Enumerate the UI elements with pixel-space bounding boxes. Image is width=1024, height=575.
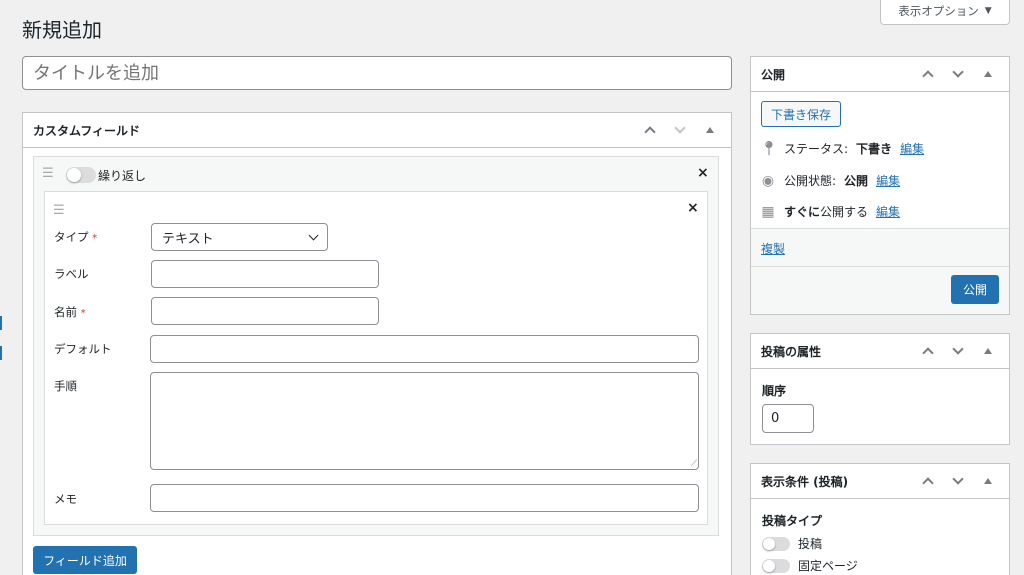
toggle-panel-button[interactable] [977, 340, 999, 362]
duplicate-link[interactable]: 複製 [761, 240, 785, 257]
status-row: 📍︎ ステータス: 下書き 編集 [760, 140, 924, 157]
custom-fields-header: カスタムフィールド [23, 113, 731, 148]
option-label: 固定ページ [798, 559, 858, 573]
toggle-panel-button[interactable] [699, 119, 721, 141]
attributes-title: 投稿の属性 [761, 344, 822, 359]
visibility-value: 公開 [844, 174, 869, 188]
triangle-up-icon [984, 478, 992, 484]
required-mark: * [92, 233, 98, 244]
edge-marker [0, 316, 2, 330]
move-up-button[interactable] [917, 470, 939, 492]
attributes-header: 投稿の属性 [751, 334, 1009, 369]
chevron-down-icon [952, 66, 964, 78]
publish-header: 公開 [751, 57, 1009, 92]
repeat-toggle[interactable] [66, 167, 96, 183]
post-toggle[interactable] [762, 536, 790, 551]
chevron-down-icon [308, 230, 319, 240]
default-input[interactable] [150, 335, 699, 363]
save-draft-button[interactable]: 下書き保存 [761, 101, 841, 127]
move-down-button[interactable] [947, 63, 969, 85]
post-type-label: 投稿タイプ [762, 514, 823, 528]
move-down-button[interactable] [947, 470, 969, 492]
page-toggle[interactable] [762, 558, 790, 573]
triangle-up-icon [706, 127, 714, 133]
type-select-value: テキスト [162, 231, 214, 247]
name-input[interactable] [151, 297, 379, 325]
name-label: 名前 * [54, 304, 86, 320]
order-value: 0 [771, 411, 780, 426]
post-title-input[interactable] [22, 56, 732, 90]
triangle-up-icon [984, 71, 992, 77]
toggle-panel-button[interactable] [977, 470, 999, 492]
move-up-button[interactable] [639, 119, 661, 141]
custom-fields-title: カスタムフィールド [33, 123, 141, 138]
memo-input[interactable] [150, 484, 699, 512]
edit-visibility-link[interactable]: 編集 [876, 172, 900, 189]
chevron-up-icon [922, 70, 934, 82]
publish-button[interactable]: 公開 [951, 275, 999, 304]
triangle-up-icon [984, 348, 992, 354]
instructions-textarea[interactable]: ⟋ [150, 372, 699, 470]
move-down-button[interactable] [947, 340, 969, 362]
schedule-row: ▦ すぐに公開する 編集 [760, 203, 900, 220]
eye-icon: ◉ [761, 172, 775, 189]
move-up-button[interactable] [917, 340, 939, 362]
repeat-label: 繰り返し [98, 169, 147, 183]
pin-icon: 📍︎ [760, 140, 778, 157]
screen-options-label: 表示オプション [898, 4, 979, 18]
chevron-up-icon [644, 126, 656, 138]
instructions-label: 手順 [54, 379, 77, 393]
label-field-label: ラベル [54, 267, 89, 281]
screen-options-button[interactable]: 表示オプション ▼ [880, 0, 1010, 25]
type-label-text: タイプ [54, 230, 89, 244]
label-input[interactable] [151, 260, 379, 288]
edit-schedule-link[interactable]: 編集 [876, 203, 900, 220]
chevron-down-icon [952, 343, 964, 355]
edge-marker [0, 346, 2, 360]
status-value: 下書き [856, 142, 893, 156]
close-icon[interactable]: × [687, 200, 699, 216]
chevron-up-icon [922, 477, 934, 489]
edit-status-link[interactable]: 編集 [900, 140, 924, 157]
option-label: 投稿 [798, 537, 823, 551]
name-label-text: 名前 [54, 305, 77, 319]
default-label: デフォルト [54, 342, 112, 356]
drag-handle-icon[interactable]: ☰ [42, 166, 54, 181]
schedule-text: すぐに公開する [784, 203, 868, 220]
drag-handle-icon[interactable]: ☰ [53, 203, 65, 218]
display-conditions-title: 表示条件 (投稿) [761, 474, 849, 489]
order-input[interactable]: 0 [762, 404, 814, 433]
visibility-row: ◉ 公開状態: 公開 編集 [760, 172, 900, 189]
duplicate-area [751, 229, 1009, 267]
memo-label: メモ [54, 492, 77, 506]
calendar-icon: ▦ [761, 203, 775, 220]
schedule-bold: すぐに [784, 205, 821, 219]
post-type-option: 投稿 [762, 535, 822, 552]
post-type-option: 固定ページ [762, 557, 858, 574]
add-field-button[interactable]: フィールド追加 [33, 546, 137, 574]
toggle-panel-button[interactable] [977, 63, 999, 85]
chevron-down-icon [674, 122, 686, 134]
visibility-label: 公開状態: [784, 174, 837, 188]
schedule-rest: 公開する [820, 205, 869, 219]
move-down-button[interactable] [669, 119, 691, 141]
resize-handle-icon[interactable]: ⟋ [691, 459, 697, 469]
page-title: 新規追加 [22, 18, 102, 42]
close-icon[interactable]: × [697, 165, 709, 181]
required-mark: * [80, 308, 86, 319]
type-label: タイプ * [54, 229, 97, 245]
type-select[interactable]: テキスト [151, 223, 328, 251]
display-conditions-header: 表示条件 (投稿) [751, 464, 1009, 499]
caret-down-icon: ▼ [984, 6, 992, 16]
status-label: ステータス: [784, 142, 849, 156]
chevron-up-icon [922, 347, 934, 359]
publish-title: 公開 [761, 67, 786, 82]
chevron-down-icon [952, 473, 964, 485]
move-up-button[interactable] [917, 63, 939, 85]
order-label: 順序 [762, 384, 787, 398]
